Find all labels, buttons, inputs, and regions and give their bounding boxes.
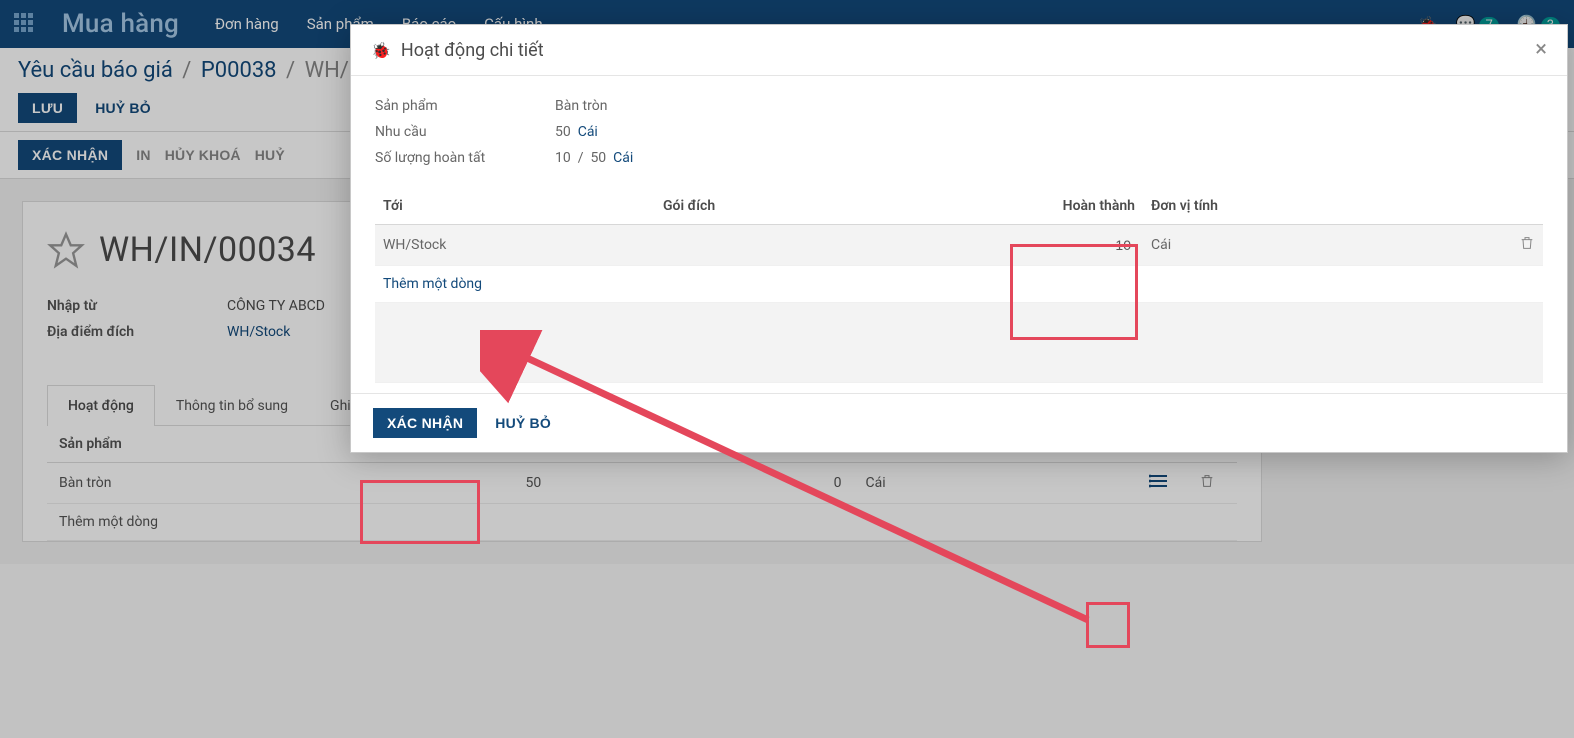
- mcol-done: Hoàn thành: [1003, 188, 1143, 225]
- modal-lines-table: Tới Gói đích Hoàn thành Đơn vị tính WH/S…: [375, 188, 1543, 383]
- mcol-dest-pkg: Gói đích: [655, 188, 1003, 225]
- modal-demand-value: 50: [555, 124, 571, 140]
- modal-row[interactable]: WH/Stock Cái: [375, 225, 1543, 266]
- detail-modal: 🐞 Hoạt động chi tiết × Sản phẩm Bàn tròn…: [350, 24, 1568, 453]
- done-qty-input[interactable]: [1011, 235, 1135, 255]
- bug-icon[interactable]: 🐞: [371, 41, 391, 60]
- modal-add-line-link[interactable]: Thêm một dòng: [375, 266, 1543, 303]
- modal-delete-row-icon[interactable]: [1503, 225, 1543, 266]
- modal-done-total: 50: [590, 150, 606, 166]
- mcell-uom[interactable]: Cái: [1143, 225, 1503, 266]
- modal-demand-label: Nhu cầu: [375, 124, 555, 140]
- modal-done-qty-value: 10: [555, 150, 571, 166]
- modal-demand-uom[interactable]: Cái: [578, 124, 598, 140]
- mcell-to[interactable]: WH/Stock: [375, 225, 655, 266]
- mcell-dest-pkg[interactable]: [655, 225, 1003, 266]
- modal-product-label: Sản phẩm: [375, 98, 555, 114]
- modal-product-value[interactable]: Bàn tròn: [555, 98, 607, 114]
- mcol-to: Tới: [375, 188, 655, 225]
- modal-discard-button[interactable]: HUỶ BỎ: [495, 415, 551, 431]
- close-icon[interactable]: ×: [1535, 39, 1547, 61]
- modal-title: Hoạt động chi tiết: [401, 40, 1535, 61]
- modal-confirm-button[interactable]: XÁC NHẬN: [373, 408, 477, 438]
- modal-done-qty-label: Số lượng hoàn tất: [375, 150, 555, 166]
- modal-done-uom[interactable]: Cái: [613, 150, 633, 166]
- mcol-uom: Đơn vị tính: [1143, 188, 1503, 225]
